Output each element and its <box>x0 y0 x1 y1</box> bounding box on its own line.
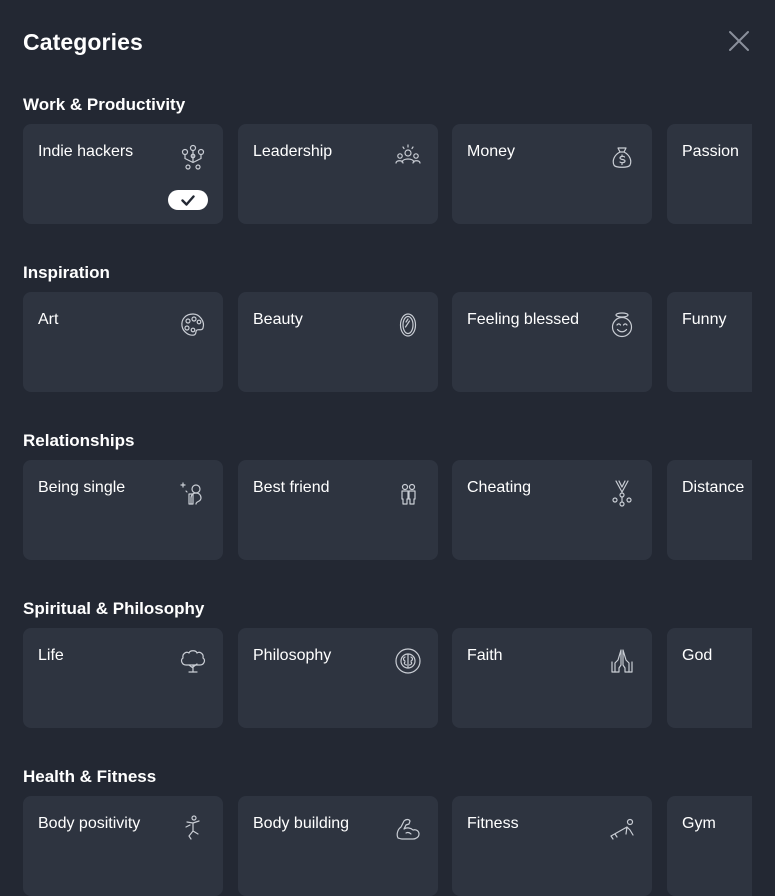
category-label: Being single <box>38 479 126 496</box>
category-card[interactable]: Feeling blessed <box>452 292 652 392</box>
category-row: Being single Best friend Cheating Distance <box>23 460 752 560</box>
category-label: Body building <box>253 815 350 832</box>
section-title: Relationships <box>23 431 135 450</box>
category-card[interactable]: Philosophy <box>238 628 438 728</box>
category-row: Indie hackers Leadership Money Passion <box>23 124 752 224</box>
category-label: Beauty <box>253 311 303 328</box>
pushup-icon <box>607 814 637 844</box>
close-icon[interactable] <box>727 29 751 53</box>
category-card[interactable]: Cheating <box>452 460 652 560</box>
category-card[interactable]: Gym <box>667 796 752 896</box>
biceps-icon <box>393 814 423 844</box>
category-card[interactable]: Art <box>23 292 223 392</box>
cheating-icon <box>607 478 637 508</box>
section-title: Inspiration <box>23 263 110 282</box>
category-label: Best friend <box>253 479 330 496</box>
category-label: God <box>682 647 713 664</box>
category-label: Gym <box>682 815 716 832</box>
tree-icon <box>178 646 208 676</box>
selected-check-badge <box>168 190 208 210</box>
category-label: Funny <box>682 311 727 328</box>
category-card[interactable]: Distance <box>667 460 752 560</box>
category-label: Money <box>467 143 516 160</box>
category-label: Cheating <box>467 479 532 496</box>
category-label: Life <box>38 647 64 664</box>
brain-circle-icon <box>393 646 423 676</box>
palette-icon <box>178 310 208 340</box>
category-label: Passion <box>682 143 739 160</box>
category-row: Life Philosophy Faith God <box>23 628 752 728</box>
category-card[interactable]: Being single <box>23 460 223 560</box>
category-label: Leadership <box>253 143 333 160</box>
category-card[interactable]: Fitness <box>452 796 652 896</box>
category-card[interactable]: Body positivity <box>23 796 223 896</box>
friends-icon <box>393 478 423 508</box>
category-card[interactable]: Life <box>23 628 223 728</box>
category-card[interactable]: God <box>667 628 752 728</box>
category-row: Art Beauty Feeling blessed Funny <box>23 292 752 392</box>
checkmark-icon <box>181 195 195 206</box>
money-bag-icon <box>607 142 637 172</box>
category-row: Body positivity Body building Fitness Gym <box>23 796 752 896</box>
category-card[interactable]: Money <box>452 124 652 224</box>
category-card[interactable]: Leadership <box>238 124 438 224</box>
category-card[interactable]: Best friend <box>238 460 438 560</box>
category-label: Distance <box>682 479 745 496</box>
category-label: Body positivity <box>38 815 141 832</box>
indie-hackers-icon <box>178 142 208 172</box>
category-label: Indie hackers <box>38 143 134 160</box>
leadership-icon <box>393 142 423 172</box>
section-title: Spiritual & Philosophy <box>23 599 205 618</box>
category-card[interactable]: Funny <box>667 292 752 392</box>
category-card[interactable]: Beauty <box>238 292 438 392</box>
category-label: Philosophy <box>253 647 332 664</box>
category-label: Art <box>38 311 59 328</box>
category-label: Faith <box>467 647 503 664</box>
single-person-icon <box>178 478 208 508</box>
praying-hands-icon <box>607 646 637 676</box>
section-title: Health & Fitness <box>23 767 157 786</box>
category-card[interactable]: Passion <box>667 124 752 224</box>
category-card[interactable]: Body building <box>238 796 438 896</box>
halo-face-icon <box>607 310 637 340</box>
category-card[interactable]: Indie hackers <box>23 124 223 224</box>
dancer-icon <box>178 814 208 844</box>
category-label: Feeling blessed <box>467 311 580 328</box>
mirror-icon <box>393 310 423 340</box>
category-card[interactable]: Faith <box>452 628 652 728</box>
category-label: Fitness <box>467 815 519 832</box>
page-title: Categories <box>23 29 143 55</box>
section-title: Work & Productivity <box>23 95 186 114</box>
